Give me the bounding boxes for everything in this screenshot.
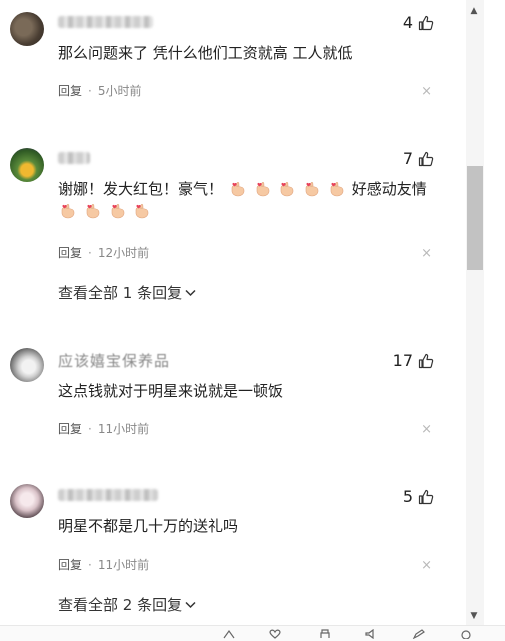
thumbs-up-icon [418, 489, 434, 504]
scroll-up-icon[interactable]: ▲ [468, 6, 480, 16]
comment-item: 5 明星不都是几十万的送礼吗 回复 · 11小时前 × 查看全部 2 条回复 [0, 0, 462, 615]
view-replies-button[interactable]: 查看全部 2 条回复 [58, 594, 196, 615]
scroll-down-icon[interactable]: ▼ [468, 611, 480, 621]
close-icon[interactable]: × [421, 559, 432, 572]
timestamp: 11小时前 [97, 558, 150, 572]
comment-meta: 回复 · 11小时前 [58, 556, 149, 573]
scrollbar-thumb[interactable] [467, 166, 483, 270]
comment-list: 4 那么问题来了 凭什么他们工资就高 工人就低 回复 · 5小时前 × 7 谢娜… [0, 0, 462, 625]
bottom-toolbar [0, 625, 505, 641]
like-button[interactable]: 5 [403, 487, 434, 506]
like-count: 5 [402, 487, 413, 506]
chevron-down-icon [185, 601, 196, 608]
separator-dot: · [88, 557, 92, 572]
search-icon[interactable] [460, 629, 474, 639]
heart-icon[interactable] [268, 629, 282, 639]
avatar[interactable] [10, 484, 44, 518]
volume-icon[interactable] [364, 629, 378, 639]
comment-text: 明星不都是几十万的送礼吗 [58, 517, 239, 535]
print-icon[interactable] [318, 629, 332, 639]
scrollbar-track[interactable] [466, 0, 484, 625]
share-icon[interactable] [222, 629, 236, 639]
edit-icon[interactable] [412, 629, 426, 639]
view-replies-label: 查看全部 2 条回复 [58, 596, 183, 614]
username-blurred[interactable] [58, 489, 158, 501]
reply-button[interactable]: 回复 [58, 556, 82, 573]
